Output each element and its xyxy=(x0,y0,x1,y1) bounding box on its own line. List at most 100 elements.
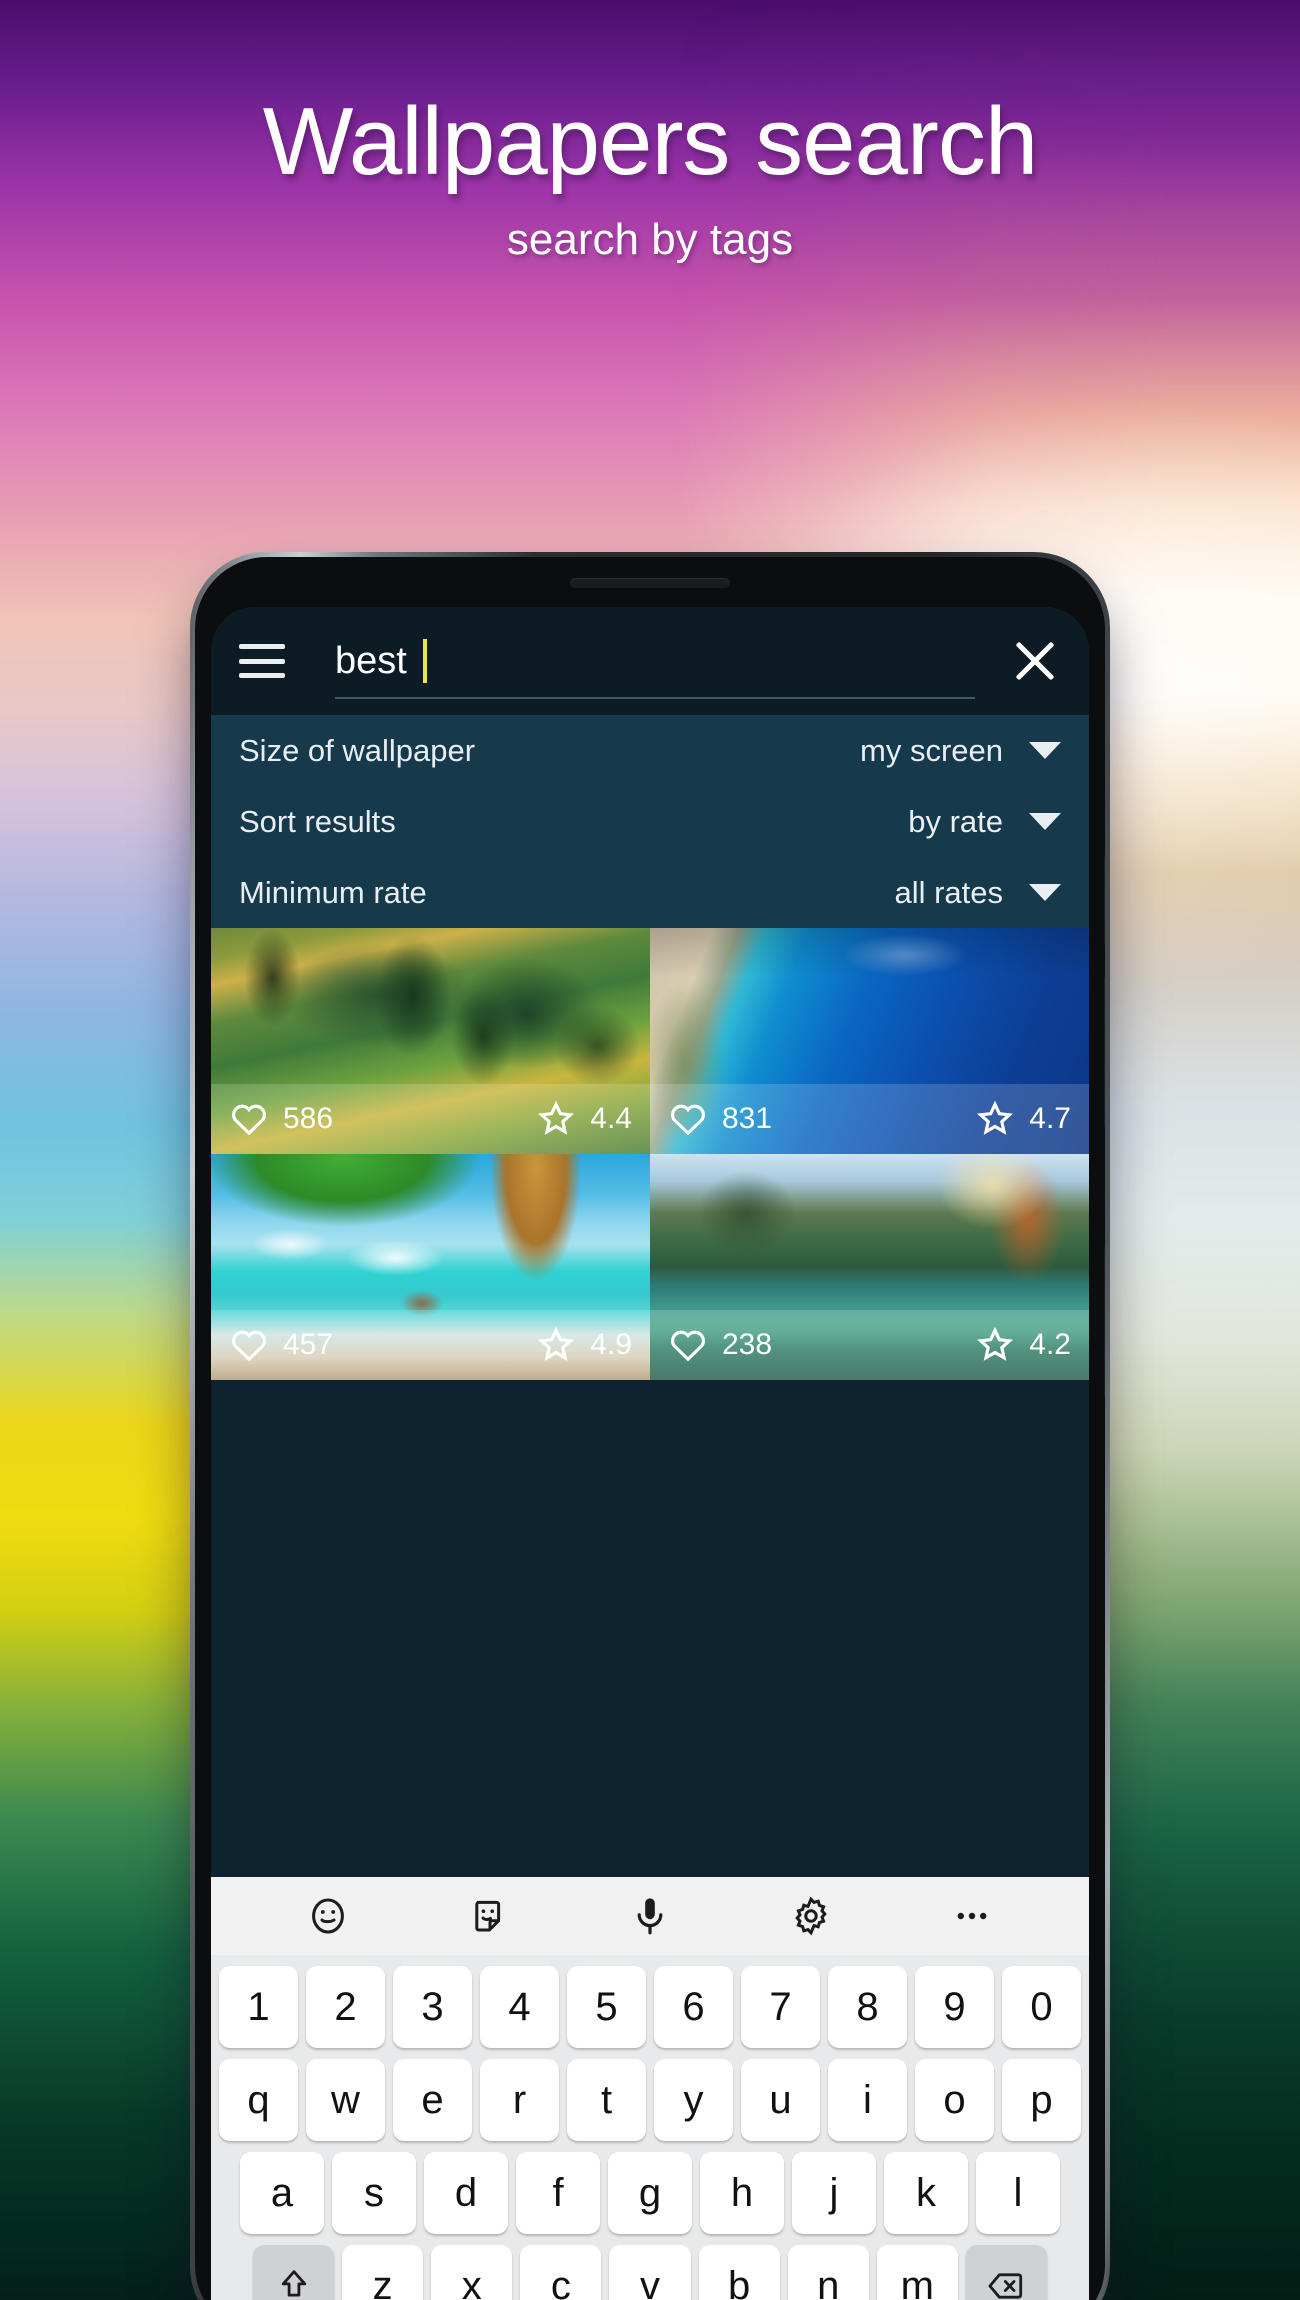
filter-row-size[interactable]: Size of wallpaper my screen xyxy=(211,715,1089,786)
key-8[interactable]: 8 xyxy=(828,1966,907,2048)
key-a[interactable]: a xyxy=(240,2152,324,2234)
star-icon xyxy=(975,1325,1015,1365)
gear-icon[interactable] xyxy=(787,1892,835,1940)
key-7[interactable]: 7 xyxy=(741,1966,820,2048)
key-q[interactable]: q xyxy=(219,2059,298,2141)
chevron-down-icon[interactable] xyxy=(1029,884,1061,901)
sticker-icon[interactable] xyxy=(465,1892,513,1940)
keyboard-row-numbers: 1 2 3 4 5 6 7 8 9 0 xyxy=(211,1966,1089,2048)
app-search-bar: best xyxy=(211,607,1089,715)
text-cursor xyxy=(422,639,427,683)
key-6[interactable]: 6 xyxy=(654,1966,733,2048)
key-n[interactable]: n xyxy=(787,2245,869,2300)
key-v[interactable]: v xyxy=(609,2245,691,2300)
like-count: 586 xyxy=(283,1102,334,1135)
backspace-icon[interactable] xyxy=(965,2245,1047,2300)
phone-button-top[interactable] xyxy=(1104,857,1105,943)
heart-icon xyxy=(229,1325,269,1365)
key-y[interactable]: y xyxy=(654,2059,733,2141)
key-u[interactable]: u xyxy=(741,2059,820,2141)
earpiece-speaker xyxy=(570,578,730,588)
keyboard-row-bottom: z x c v b n m xyxy=(211,2245,1089,2300)
filter-value: by rate xyxy=(908,803,1003,839)
key-i[interactable]: i xyxy=(828,2059,907,2141)
wallpaper-stats: 586 4.4 xyxy=(211,1084,650,1154)
key-c[interactable]: c xyxy=(520,2245,602,2300)
heart-icon xyxy=(229,1099,269,1139)
hamburger-line xyxy=(239,673,285,678)
key-x[interactable]: x xyxy=(431,2245,513,2300)
chevron-down-icon[interactable] xyxy=(1029,742,1061,759)
wallpaper-results-grid: 586 4.4 831 4.7 457 4.9 238 4.2 xyxy=(211,928,1089,1877)
wallpaper-tile[interactable]: 586 4.4 xyxy=(211,928,650,1154)
filter-value: all rates xyxy=(894,874,1003,910)
phone-mockup: best Size of wallpaper my screen Sort re… xyxy=(190,552,1110,2300)
key-0[interactable]: 0 xyxy=(1002,1966,1081,2048)
key-b[interactable]: b xyxy=(698,2245,780,2300)
key-h[interactable]: h xyxy=(700,2152,784,2234)
hamburger-line xyxy=(239,644,285,649)
page-title: Wallpapers search xyxy=(262,88,1038,195)
filter-row-sort[interactable]: Sort results by rate xyxy=(211,786,1089,857)
page-subtitle: search by tags xyxy=(506,214,794,264)
key-r[interactable]: r xyxy=(480,2059,559,2141)
phone-frame: best Size of wallpaper my screen Sort re… xyxy=(190,552,1110,2300)
heart-icon xyxy=(668,1099,708,1139)
key-s[interactable]: s xyxy=(332,2152,416,2234)
keyboard-row-home: a s d f g h j k l xyxy=(211,2152,1089,2234)
key-l[interactable]: l xyxy=(976,2152,1060,2234)
key-3[interactable]: 3 xyxy=(393,1966,472,2048)
wallpaper-stats: 831 4.7 xyxy=(650,1084,1089,1154)
key-g[interactable]: g xyxy=(608,2152,692,2234)
phone-bezel: best Size of wallpaper my screen Sort re… xyxy=(195,557,1105,2300)
on-screen-keyboard: 1 2 3 4 5 6 7 8 9 0 q w e r t y u i o p … xyxy=(211,1877,1089,2300)
keyboard-toolbar xyxy=(211,1877,1089,1955)
rating-value: 4.4 xyxy=(590,1102,632,1135)
like-count: 238 xyxy=(722,1328,773,1361)
filter-value: my screen xyxy=(860,732,1003,768)
key-z[interactable]: z xyxy=(342,2245,424,2300)
emoji-icon[interactable] xyxy=(304,1892,352,1940)
mic-icon[interactable] xyxy=(626,1892,674,1940)
wallpaper-tile[interactable]: 238 4.2 xyxy=(650,1154,1089,1380)
key-t[interactable]: t xyxy=(567,2059,646,2141)
star-icon xyxy=(536,1325,576,1365)
filter-label: Size of wallpaper xyxy=(239,732,476,768)
wallpaper-stats: 238 4.2 xyxy=(650,1310,1089,1380)
star-icon xyxy=(536,1099,576,1139)
hamburger-line xyxy=(239,658,285,664)
key-e[interactable]: e xyxy=(393,2059,472,2141)
key-w[interactable]: w xyxy=(306,2059,385,2141)
key-m[interactable]: m xyxy=(876,2245,958,2300)
filter-label: Minimum rate xyxy=(239,874,427,910)
shift-icon[interactable] xyxy=(253,2245,335,2300)
key-f[interactable]: f xyxy=(516,2152,600,2234)
more-dots-icon[interactable] xyxy=(948,1892,996,1940)
key-d[interactable]: d xyxy=(424,2152,508,2234)
phone-power-button[interactable] xyxy=(1104,1247,1105,1397)
chevron-down-icon[interactable] xyxy=(1029,813,1061,830)
key-4[interactable]: 4 xyxy=(480,1966,559,2048)
key-k[interactable]: k xyxy=(884,2152,968,2234)
key-5[interactable]: 5 xyxy=(567,1966,646,2048)
rating-value: 4.7 xyxy=(1029,1102,1071,1135)
search-input[interactable]: best xyxy=(335,625,975,699)
rating-value: 4.2 xyxy=(1029,1328,1071,1361)
key-o[interactable]: o xyxy=(915,2059,994,2141)
key-2[interactable]: 2 xyxy=(306,1966,385,2048)
keyboard-row-qwerty: q w e r t y u i o p xyxy=(211,2059,1089,2141)
key-p[interactable]: p xyxy=(1002,2059,1081,2141)
key-9[interactable]: 9 xyxy=(915,1966,994,2048)
close-icon[interactable] xyxy=(1009,635,1061,687)
key-1[interactable]: 1 xyxy=(219,1966,298,2048)
phone-volume-button[interactable] xyxy=(1104,977,1105,1127)
wallpaper-tile[interactable]: 831 4.7 xyxy=(650,928,1089,1154)
phone-screen: best Size of wallpaper my screen Sort re… xyxy=(211,607,1089,2300)
heart-icon xyxy=(668,1325,708,1365)
like-count: 457 xyxy=(283,1328,334,1361)
wallpaper-tile[interactable]: 457 4.9 xyxy=(211,1154,650,1380)
rating-value: 4.9 xyxy=(590,1328,632,1361)
hamburger-menu-icon[interactable] xyxy=(239,644,285,678)
filter-row-minrate[interactable]: Minimum rate all rates xyxy=(211,857,1089,928)
key-j[interactable]: j xyxy=(792,2152,876,2234)
